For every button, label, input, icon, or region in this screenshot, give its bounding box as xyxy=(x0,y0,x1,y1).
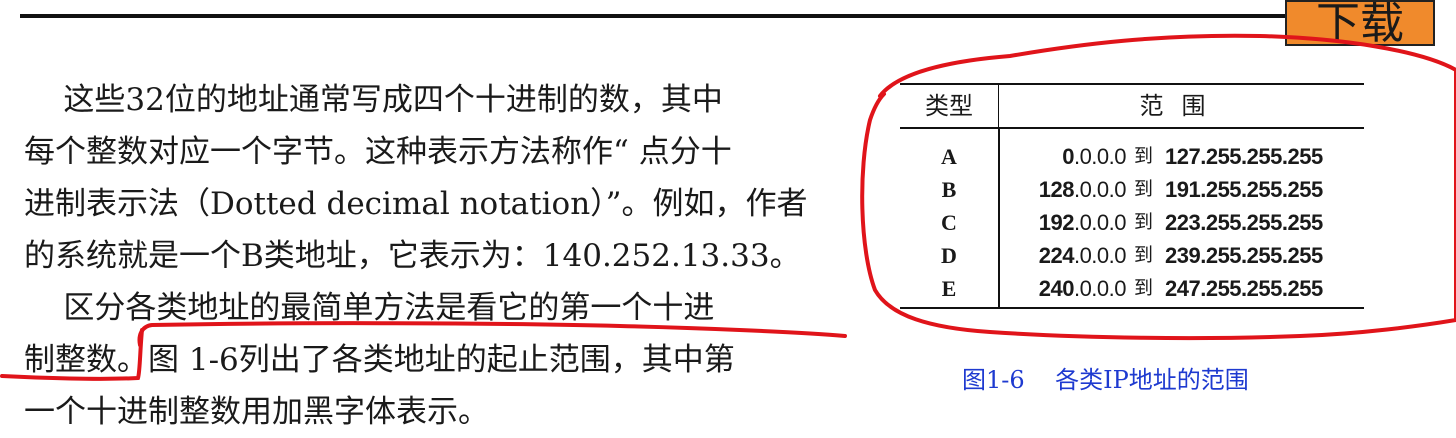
underline-hook-annotation xyxy=(0,328,144,381)
underline-annotation xyxy=(137,321,847,347)
red-annotation-marks xyxy=(0,33,1456,381)
table-circle-annotation xyxy=(860,33,1456,341)
